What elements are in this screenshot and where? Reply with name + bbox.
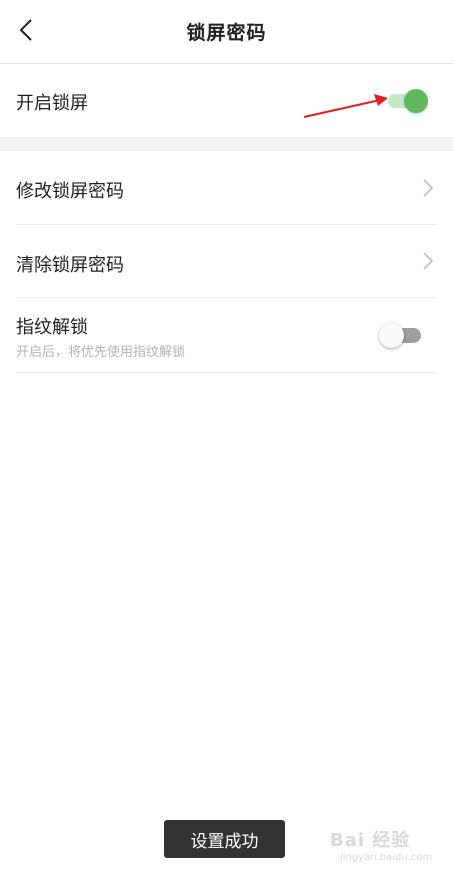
toggle-knob (379, 323, 404, 348)
fingerprint-label: 指纹解锁 (16, 317, 88, 338)
change-password-label: 修改锁屏密码 (16, 181, 124, 202)
watermark-main: Bai 经验 (330, 830, 411, 851)
fingerprint-description: 开启后，将优先使用指纹解锁 (16, 345, 186, 360)
fingerprint-toggle[interactable] (379, 323, 423, 349)
row-divider (16, 372, 437, 373)
section-separator (0, 137, 453, 151)
toggle-knob (404, 89, 428, 113)
watermark-sub: jingyan.baidu.com (340, 852, 433, 863)
header-bar: 锁屏密码 (0, 0, 453, 64)
chevron-right-icon (423, 179, 434, 197)
watermark-logo: Bai 经验 jingyan.baidu.com (330, 820, 440, 868)
enable-lock-toggle[interactable] (388, 89, 430, 113)
clear-password-label: 清除锁屏密码 (16, 255, 124, 276)
settings-row-change-password[interactable]: 修改锁屏密码 (0, 151, 453, 224)
settings-row-clear-password[interactable]: 清除锁屏密码 (0, 225, 453, 297)
enable-lock-label: 开启锁屏 (16, 93, 88, 114)
page-title: 锁屏密码 (186, 22, 267, 44)
annotation-arrow-icon (303, 94, 388, 118)
toast-message: 设置成功 (164, 820, 285, 858)
chevron-right-icon (423, 252, 434, 270)
